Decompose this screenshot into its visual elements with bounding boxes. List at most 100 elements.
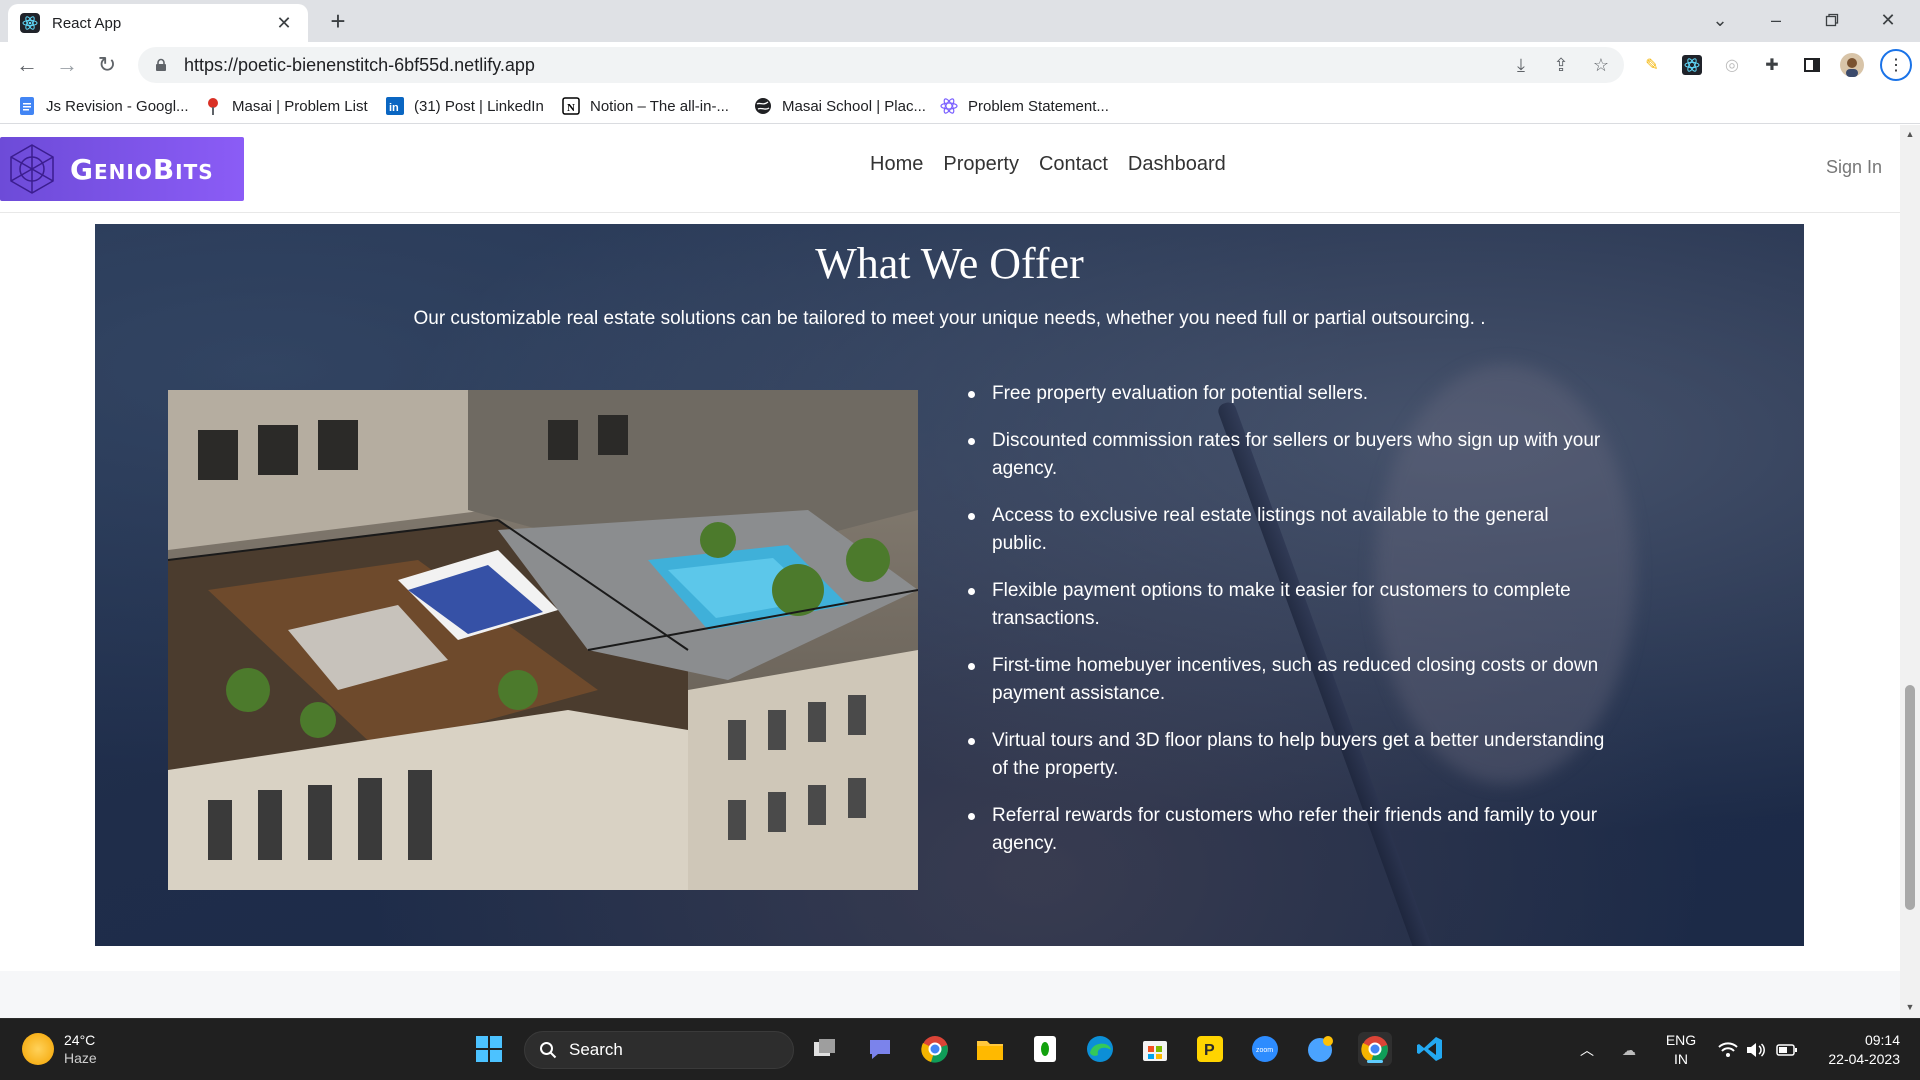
volume-icon[interactable] [1746, 1019, 1766, 1080]
weather-temperature: 24°C [64, 1032, 96, 1048]
bookmark-item[interactable]: Masai | Problem List [204, 94, 368, 118]
offer-item: Referral rewards for customers who refer… [966, 802, 1606, 858]
section-subtitle: Our customizable real estate solutions c… [413, 308, 1486, 329]
region-code: IN [1674, 1051, 1688, 1067]
profile-avatar-icon[interactable] [1840, 53, 1864, 77]
bookmark-label: Js Revision - Googl... [46, 97, 189, 115]
bookmark-item[interactable]: in (31) Post | LinkedIn [386, 94, 544, 118]
task-view-icon[interactable] [808, 1032, 842, 1066]
weather-widget[interactable]: 24°C Haze [22, 1031, 97, 1067]
show-hidden-icons-chevron-icon[interactable]: ︿ [1580, 1019, 1594, 1080]
page-viewport: GenioBits Home Property Contact Dashboar… [0, 125, 1900, 1018]
input-language[interactable]: ENG IN [1664, 1031, 1698, 1069]
lock-icon [156, 58, 166, 71]
svg-text:N: N [567, 102, 575, 114]
offer-item: Access to exclusive real estate listings… [966, 502, 1606, 558]
react-icon [940, 97, 958, 115]
onedrive-icon[interactable]: ☁ [1622, 1019, 1636, 1080]
extensions-puzzle-icon[interactable]: ✚ [1760, 53, 1784, 77]
notes-app-icon[interactable] [1028, 1032, 1062, 1066]
teams-chat-icon[interactable] [863, 1032, 897, 1066]
active-app-indicator [1367, 1060, 1383, 1063]
close-window-icon[interactable]: ✕ [1860, 0, 1916, 40]
nav-property[interactable]: Property [943, 153, 1019, 176]
new-tab-icon[interactable]: + [322, 6, 354, 38]
page-scrollbar[interactable]: ▲ ▼ [1900, 125, 1920, 1018]
chrome-menu-icon[interactable]: ⋮ [1880, 49, 1912, 81]
site-logo[interactable]: GenioBits [0, 137, 244, 201]
language-code: ENG [1665, 1032, 1697, 1048]
restore-icon[interactable] [1804, 0, 1860, 40]
offer-item: Discounted commission rates for sellers … [966, 427, 1606, 483]
bookmark-label: (31) Post | LinkedIn [414, 97, 544, 115]
offer-item: Flexible payment options to make it easi… [966, 577, 1606, 633]
what-we-offer-section: What We Offer Our customizable real esta… [95, 224, 1804, 946]
react-favicon-icon [20, 13, 40, 33]
nav-home[interactable]: Home [870, 153, 923, 176]
bookmark-label: Notion – The all-in-... [590, 97, 729, 115]
file-explorer-icon[interactable] [973, 1032, 1007, 1066]
minimize-icon[interactable]: – [1748, 0, 1804, 40]
back-arrow-icon[interactable]: ← [12, 50, 42, 80]
tab-search-icon[interactable]: ⌄ [1692, 0, 1748, 40]
search-icon [540, 1042, 557, 1059]
chrome-taskbar-icon[interactable] [918, 1032, 952, 1066]
site-navbar: GenioBits Home Property Contact Dashboar… [0, 125, 1900, 213]
bookmark-item[interactable]: N Notion – The all-in-... [562, 94, 729, 118]
share-icon[interactable]: ⇪ [1548, 52, 1574, 78]
scroll-up-arrow-icon[interactable]: ▲ [1904, 129, 1916, 141]
windows-taskbar: 24°C Haze Search P zoom ︿ ☁ ENG IN 09:14… [0, 1018, 1920, 1080]
bookmark-label: Problem Statement... [968, 97, 1109, 115]
edge-browser-icon[interactable] [1083, 1032, 1117, 1066]
chrome-active-taskbar-icon[interactable] [1358, 1032, 1392, 1066]
logo-text: GenioBits [70, 152, 214, 186]
google-docs-icon [18, 97, 36, 115]
offer-item: Virtual tours and 3D floor plans to help… [966, 727, 1606, 783]
sticky-app-icon[interactable]: P [1193, 1032, 1227, 1066]
extension-circle-icon[interactable]: ◎ [1720, 53, 1744, 77]
sign-in-link[interactable]: Sign In [1826, 157, 1882, 178]
forward-arrow-icon[interactable]: → [52, 50, 82, 80]
bookmark-label: Masai School | Plac... [782, 97, 926, 115]
address-bar[interactable]: https://poetic-bienenstitch-6bf55d.netli… [138, 47, 1624, 83]
windows-start-icon[interactable] [472, 1032, 506, 1066]
tab-title: React App [52, 14, 122, 32]
taskbar-search-box[interactable]: Search [524, 1031, 794, 1069]
globe-icon [754, 97, 772, 115]
browser-toolbar: ← → ↻ https://poetic-bienenstitch-6bf55d… [0, 42, 1920, 88]
scrollbar-thumb[interactable] [1905, 685, 1915, 910]
next-section-edge [0, 971, 1900, 1018]
network-logo-icon [10, 144, 54, 194]
wifi-icon[interactable] [1718, 1019, 1738, 1080]
reload-icon[interactable]: ↻ [92, 50, 122, 80]
zoom-app-icon[interactable]: zoom [1248, 1032, 1282, 1066]
section-title: What We Offer [815, 239, 1084, 288]
bookmark-item[interactable]: Problem Statement... [940, 94, 1109, 118]
vscode-icon[interactable] [1413, 1032, 1447, 1066]
side-panel-icon[interactable] [1800, 53, 1824, 77]
clock-time: 09:14 [1864, 1032, 1900, 1048]
install-app-icon[interactable]: ⤓ [1508, 52, 1534, 78]
rooftop-pool-image [168, 390, 918, 890]
browser-tab-strip: React App ✕ + ⌄ – ✕ [0, 0, 1920, 42]
offer-list: Free property evaluation for potential s… [966, 380, 1606, 877]
linkedin-icon: in [386, 97, 404, 115]
bookmark-star-icon[interactable]: ☆ [1588, 52, 1614, 78]
react-devtools-icon[interactable] [1680, 53, 1704, 77]
browser-tab-active[interactable]: React App ✕ [8, 4, 308, 42]
pen-extension-icon[interactable]: ✎ [1640, 53, 1664, 77]
microsoft-store-icon[interactable] [1138, 1032, 1172, 1066]
tab-close-icon[interactable]: ✕ [272, 13, 296, 34]
weather-condition: Haze [64, 1050, 97, 1066]
bookmark-item[interactable]: Masai School | Plac... [754, 94, 926, 118]
bookmark-item[interactable]: Js Revision - Googl... [18, 94, 189, 118]
system-clock[interactable]: 09:14 22-04-2023 [1812, 1031, 1900, 1069]
battery-icon[interactable] [1776, 1019, 1798, 1080]
haze-sun-icon [22, 1033, 54, 1065]
masai-icon [204, 97, 222, 115]
scroll-down-arrow-icon[interactable]: ▼ [1904, 1002, 1916, 1014]
nav-dashboard[interactable]: Dashboard [1128, 153, 1226, 176]
nav-contact[interactable]: Contact [1039, 153, 1108, 176]
weather-app-icon[interactable] [1303, 1032, 1337, 1066]
offer-item: First-time homebuyer incentives, such as… [966, 652, 1606, 708]
